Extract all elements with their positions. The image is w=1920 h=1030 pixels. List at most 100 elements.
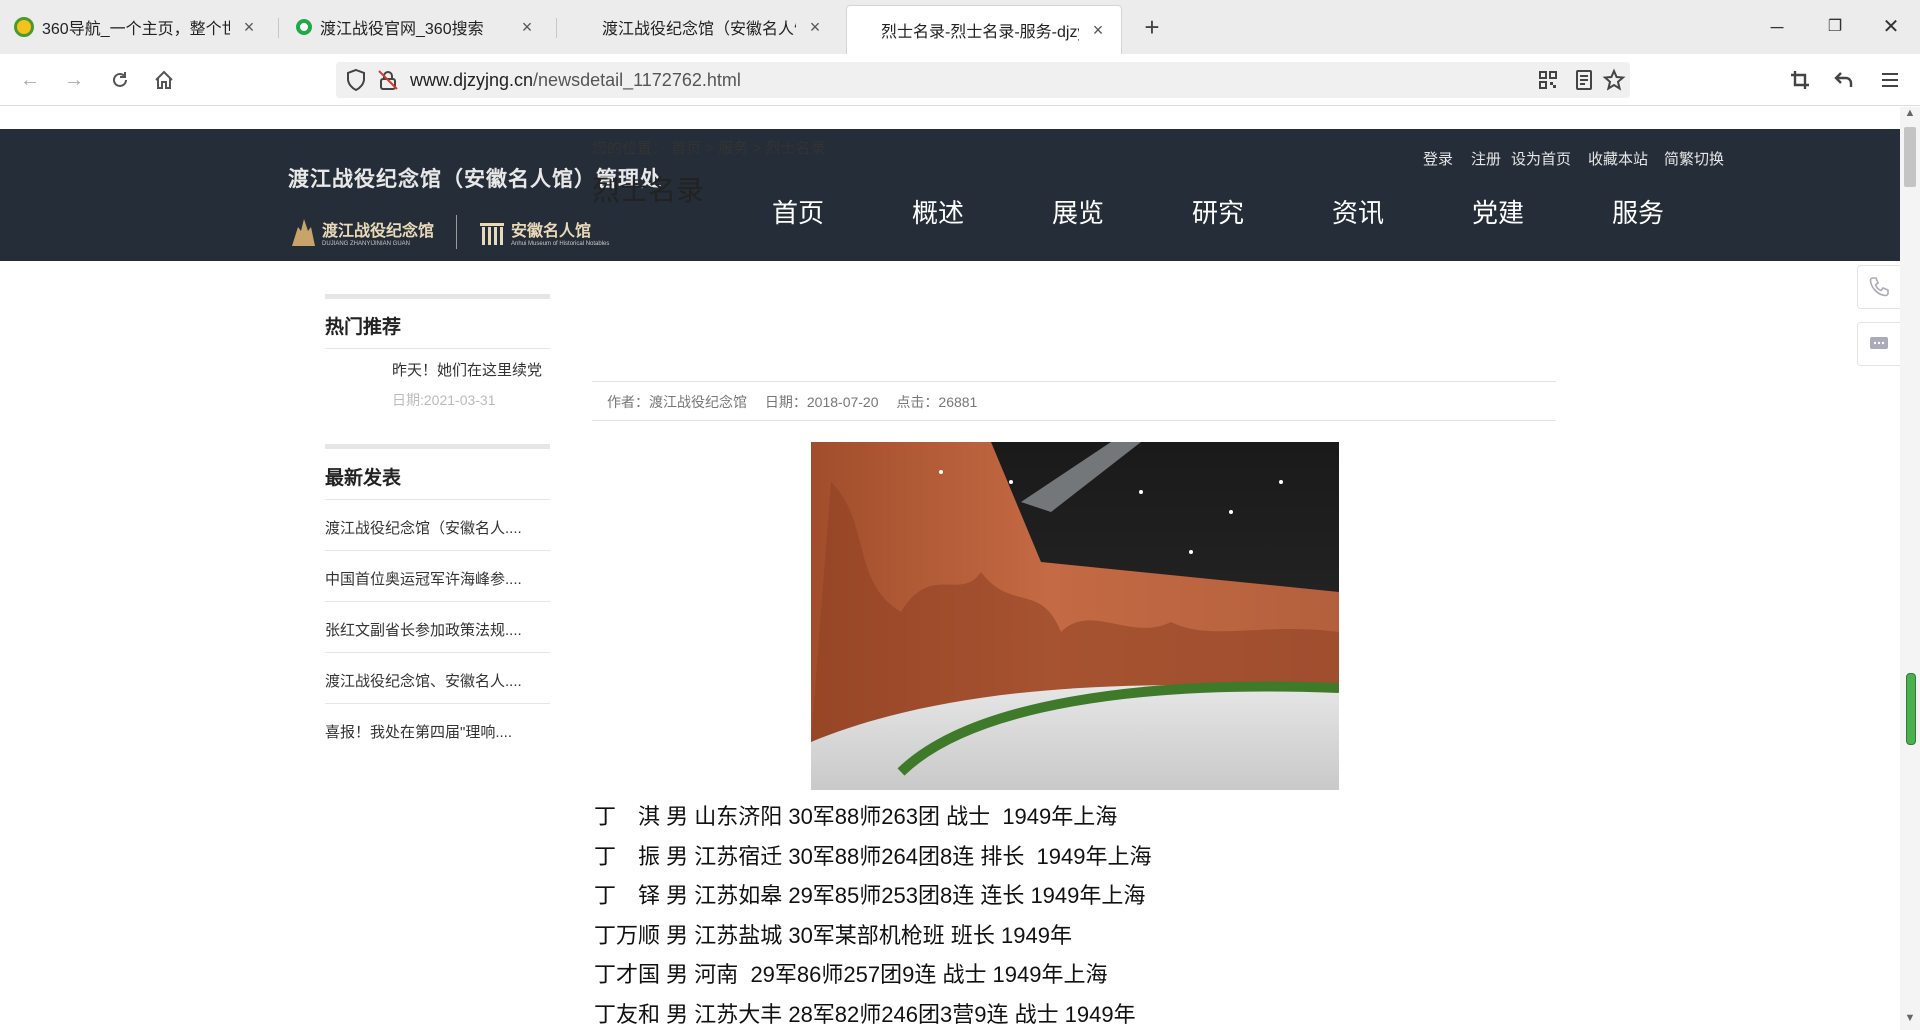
reload-icon (113, 72, 127, 87)
article-author: 作者：渡江战役纪念馆 (607, 394, 747, 410)
nav-research[interactable]: 研究 (1192, 193, 1244, 230)
close-tab-icon[interactable]: × (240, 17, 258, 38)
extension-indicator[interactable] (1906, 673, 1916, 745)
article-date: 日期：2018-07-20 (764, 394, 879, 410)
web-page: 渡江战役纪念馆（安徽名人馆）管理处 渡江战役纪念馆 DUJIANG ZHANYI… (0, 107, 1900, 1030)
nav-home[interactable]: 首页 (772, 193, 824, 230)
tab-title: 烈士名录-烈士名录-服务-djzyjng (881, 24, 1079, 41)
scroll-down-arrow-icon[interactable]: ▼ (1900, 1012, 1920, 1030)
close-tab-icon[interactable]: × (518, 17, 536, 38)
close-window-button[interactable]: ✕ (1876, 12, 1906, 42)
message-float-button[interactable] (1857, 322, 1900, 366)
sidebar-hot-title: 热门推荐 (325, 316, 402, 338)
tab-360-nav[interactable]: 360导航_一个主页，整个世界 × (0, 0, 272, 54)
breadcrumb[interactable]: 您的位置： 首页 > 服务 > 烈士名录 (592, 137, 825, 158)
crop-button[interactable] (1784, 64, 1816, 96)
nav-services[interactable]: 服务 (1612, 193, 1664, 230)
tab-title: 渡江战役官网_360搜索 (320, 21, 484, 38)
url-text[interactable]: www.djzyjng.cn/newsdetail_1172762.html (410, 70, 741, 91)
logo-right-subtext: Anhui Museum of Historical Notables (511, 241, 610, 247)
chat-bubble-icon (1870, 337, 1888, 349)
qr-code-icon[interactable] (1536, 68, 1560, 92)
close-tab-icon[interactable]: × (806, 17, 824, 38)
back-button[interactable]: ← (14, 64, 46, 96)
nav-news[interactable]: 资讯 (1332, 193, 1384, 230)
nav-exhibition[interactable]: 展览 (1052, 193, 1104, 230)
logo-left-subtext: DUJIANG ZHANYIJINIAN GUAN (322, 241, 411, 247)
home-button[interactable] (148, 64, 180, 96)
latest-article-link[interactable]: 张红文副省长参加政策法规.... (325, 619, 522, 640)
simplified-traditional-switch-link[interactable]: 简繁切换 (1664, 148, 1724, 169)
meta-divider (592, 381, 1556, 382)
reader-mode-icon[interactable] (1572, 68, 1596, 92)
logo-right-text: 安徽名人馆 (511, 221, 592, 240)
minimize-button[interactable]: ─ (1762, 12, 1792, 42)
login-link[interactable]: 登录 (1423, 148, 1453, 169)
article-title: 烈士名录 (592, 174, 705, 207)
close-tab-icon[interactable]: × (1089, 20, 1107, 41)
hot-article-link[interactable]: 昨天！她们在这里续党 (392, 359, 542, 380)
sidebar-latest-title: 最新发表 (325, 467, 402, 489)
scroll-up-arrow-icon[interactable]: ▲ (1900, 107, 1920, 125)
tab-title: 360导航_一个主页，整个世界 (42, 21, 230, 38)
tab-title: 渡江战役纪念馆（安徽名人馆） (602, 21, 796, 38)
logo-anhui: 安徽名人馆 Anhui Museum of Historical Notable… (479, 217, 609, 247)
crop-icon (1791, 71, 1809, 89)
roster-entry: 丁友和 男 江苏大丰 28军82师246团3营9连 战士 1949年 (594, 1001, 1136, 1027)
hamburger-menu-icon (1882, 73, 1898, 87)
memorial-hall-photo (811, 442, 1339, 790)
insecure-lock-icon[interactable] (376, 68, 400, 92)
sidebar-latest-divider (325, 444, 550, 449)
nav-overview[interactable]: 概述 (912, 193, 964, 230)
bookmark-site-link[interactable]: 收藏本站 (1588, 148, 1648, 169)
bookmark-star-icon[interactable] (1602, 68, 1626, 92)
sidebar-divider (325, 703, 550, 704)
navigation-bar: ← → www.djzyjng.cn/newsdetail_1172762.ht… (0, 54, 1920, 106)
page-scrollbar[interactable]: ▲ ▼ (1900, 107, 1920, 1030)
shield-icon[interactable] (344, 68, 368, 92)
sidebar-divider (325, 652, 550, 653)
roster-entry: 丁万顺 男 江苏盐城 30军某部机枪班 班长 1949年 (594, 922, 1072, 948)
phone-float-button[interactable] (1857, 265, 1900, 309)
tab-separator (556, 18, 557, 38)
tab-bar: 360导航_一个主页，整个世界 × 渡江战役官网_360搜索 × 渡江战役纪念馆… (0, 0, 1920, 54)
address-bar[interactable]: www.djzyjng.cn/newsdetail_1172762.html (336, 62, 1630, 98)
hot-article-date: 日期:2021-03-31 (392, 392, 496, 408)
tab-separator (278, 18, 279, 38)
phone-icon (1869, 277, 1889, 297)
undo-button[interactable] (1828, 64, 1860, 96)
roster-entry: 丁 铎 男 江苏如皋 29军85师253团8连 连长 1949年上海 (594, 883, 1146, 909)
logo-group[interactable]: 渡江战役纪念馆 DUJIANG ZHANYIJINIAN GUAN 安徽名人馆 … (290, 215, 609, 249)
sidebar-divider (325, 348, 550, 349)
set-homepage-link[interactable]: 设为首页 (1511, 148, 1571, 169)
forward-button[interactable]: → (58, 64, 90, 96)
dujiang-monument-icon (292, 219, 315, 246)
sidebar-hot-divider (325, 294, 550, 299)
logo-divider (456, 215, 458, 249)
latest-article-link[interactable]: 渡江战役纪念馆（安徽名人.... (325, 517, 522, 538)
roster-entry: 丁 振 男 江苏宿迁 30军88师264团8连 排长 1949年上海 (594, 843, 1152, 869)
tab-360-search[interactable]: 渡江战役官网_360搜索 × (282, 0, 550, 54)
sculpture-relief-image (811, 442, 1339, 790)
latest-article-link[interactable]: 喜报！我处在第四届"理响.... (325, 721, 512, 742)
roster-entry: 丁 淇 男 山东济阳 30军88师263团 战士 1949年上海 (594, 804, 1118, 829)
latest-article-link[interactable]: 中国首位奥运冠军许海峰参.... (325, 568, 522, 589)
latest-article-link[interactable]: 渡江战役纪念馆、安徽名人.... (325, 670, 522, 691)
register-link[interactable]: 注册 (1471, 148, 1501, 169)
tab-museum[interactable]: 渡江战役纪念馆（安徽名人馆） × (588, 0, 838, 54)
url-host: www.djzyjng.cn (410, 70, 534, 90)
360-logo-icon (14, 17, 34, 37)
scroll-thumb[interactable] (1904, 127, 1916, 187)
restore-button[interactable]: ❐ (1820, 12, 1850, 42)
new-tab-button[interactable]: + (1137, 12, 1167, 42)
martyr-roster: 丁 淇 男 山东济阳 30军88师263团 战士 1949年上海 丁 振 男 江… (594, 797, 1152, 1030)
tab-martyr-list[interactable]: 烈士名录-烈士名录-服务-djzyjng × (846, 5, 1122, 54)
article-meta: 作者：渡江战役纪念馆 日期：2018-07-20 点击：26881 (607, 392, 991, 412)
sidebar-divider (325, 601, 550, 602)
menu-button[interactable] (1874, 64, 1906, 96)
anhui-museum-icon (480, 223, 505, 245)
article-clicks: 点击：26881 (896, 394, 978, 410)
reload-button[interactable] (104, 64, 136, 96)
nav-party-building[interactable]: 党建 (1472, 193, 1524, 230)
sidebar-divider (325, 550, 550, 551)
